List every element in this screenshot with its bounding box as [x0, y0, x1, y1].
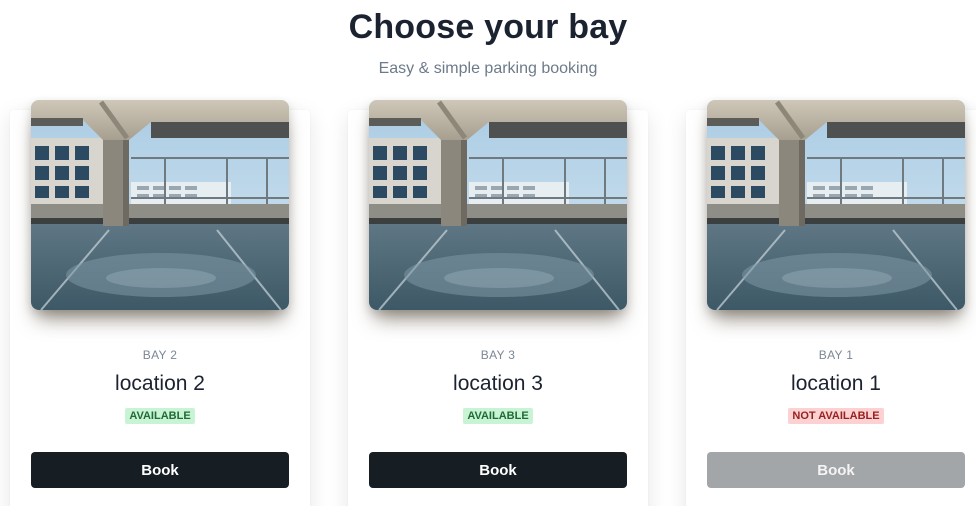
- bay-location: location 3: [453, 372, 543, 395]
- page-subtitle: Easy & simple parking booking: [378, 60, 598, 77]
- status-badge: NOT AVAILABLE: [788, 408, 884, 424]
- parking-photo: [707, 100, 965, 310]
- page: Choose your bay Easy & simple parking bo…: [0, 0, 976, 506]
- bay-number: BAY 1: [818, 348, 854, 362]
- header: Choose your bay Easy & simple parking bo…: [0, 0, 976, 79]
- bay-card: BAY 3 location 3 AVAILABLE Book: [348, 100, 648, 506]
- book-button[interactable]: Book: [369, 452, 627, 488]
- book-button[interactable]: Book: [707, 452, 965, 488]
- page-title: Choose your bay: [348, 8, 628, 46]
- parking-photo: [31, 100, 289, 310]
- parking-photo: [369, 100, 627, 310]
- bay-card: BAY 1 location 1 NOT AVAILABLE Book: [686, 100, 976, 506]
- status-badge: AVAILABLE: [125, 408, 195, 424]
- bay-location: location 1: [791, 372, 881, 395]
- bay-location: location 2: [115, 372, 205, 395]
- bay-card: BAY 2 location 2 AVAILABLE Book: [10, 100, 310, 506]
- status-badge: AVAILABLE: [463, 408, 533, 424]
- bay-number: BAY 2: [142, 348, 178, 362]
- book-button[interactable]: Book: [31, 452, 289, 488]
- bay-number: BAY 3: [480, 348, 516, 362]
